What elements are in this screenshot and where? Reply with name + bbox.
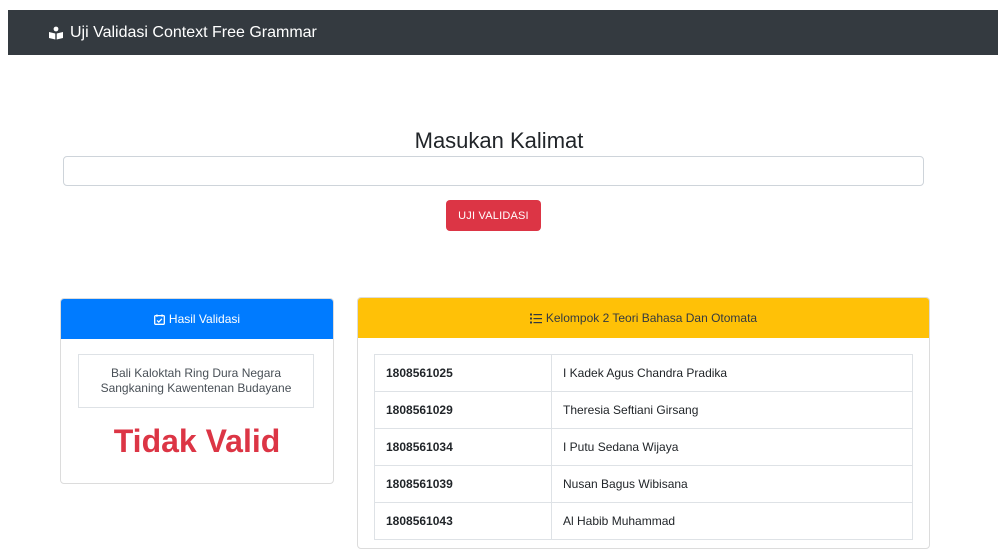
input-sentence-display: Bali Kaloktah Ring Dura Negara Sangkanin… (78, 354, 314, 408)
result-card-title: Hasil Validasi (168, 312, 241, 326)
validate-button[interactable]: UJI VALIDASI (446, 200, 541, 231)
group-card-title: Kelompok 2 Teori Bahasa Dan Otomata (545, 311, 758, 325)
navbar-brand[interactable]: Uji Validasi Context Free Grammar (48, 24, 317, 42)
sentence-heading: Masukan Kalimat (414, 128, 584, 153)
navbar: Uji Validasi Context Free Grammar (8, 10, 998, 55)
table-row: 1808561025 I Kadek Agus Chandra Pradika (374, 354, 913, 392)
member-nim: 1808561043 (374, 502, 552, 540)
result-card: Hasil Validasi Bali Kaloktah Ring Dura N… (60, 298, 334, 484)
app-title: Uji Validasi Context Free Grammar (70, 23, 317, 41)
validation-verdict: Tidak Valid (113, 423, 281, 459)
table-row: 1808561039 Nusan Bagus Wibisana (374, 465, 913, 503)
table-row: 1808561043 Al Habib Muhammad (374, 502, 913, 540)
members-table: 1808561025 I Kadek Agus Chandra Pradika … (374, 354, 913, 540)
table-row: 1808561034 I Putu Sedana Wijaya (374, 428, 913, 466)
calendar-check-icon (153, 313, 165, 325)
member-name: Nusan Bagus Wibisana (551, 465, 913, 503)
member-name: Theresia Seftiani Girsang (551, 391, 913, 429)
list-icon (529, 313, 542, 323)
sentence-input[interactable] (63, 156, 924, 186)
member-nim: 1808561039 (374, 465, 552, 503)
group-card: Kelompok 2 Teori Bahasa Dan Otomata 1808… (357, 297, 930, 549)
member-name: I Putu Sedana Wijaya (551, 428, 913, 466)
member-nim: 1808561025 (374, 354, 552, 392)
result-card-header: Hasil Validasi (61, 299, 333, 339)
member-name: I Kadek Agus Chandra Pradika (551, 354, 913, 392)
group-card-header: Kelompok 2 Teori Bahasa Dan Otomata (358, 298, 929, 338)
table-row: 1808561029 Theresia Seftiani Girsang (374, 391, 913, 429)
member-nim: 1808561029 (374, 391, 552, 429)
member-name: Al Habib Muhammad (551, 502, 913, 540)
member-nim: 1808561034 (374, 428, 552, 466)
reading-person-icon (49, 26, 63, 39)
